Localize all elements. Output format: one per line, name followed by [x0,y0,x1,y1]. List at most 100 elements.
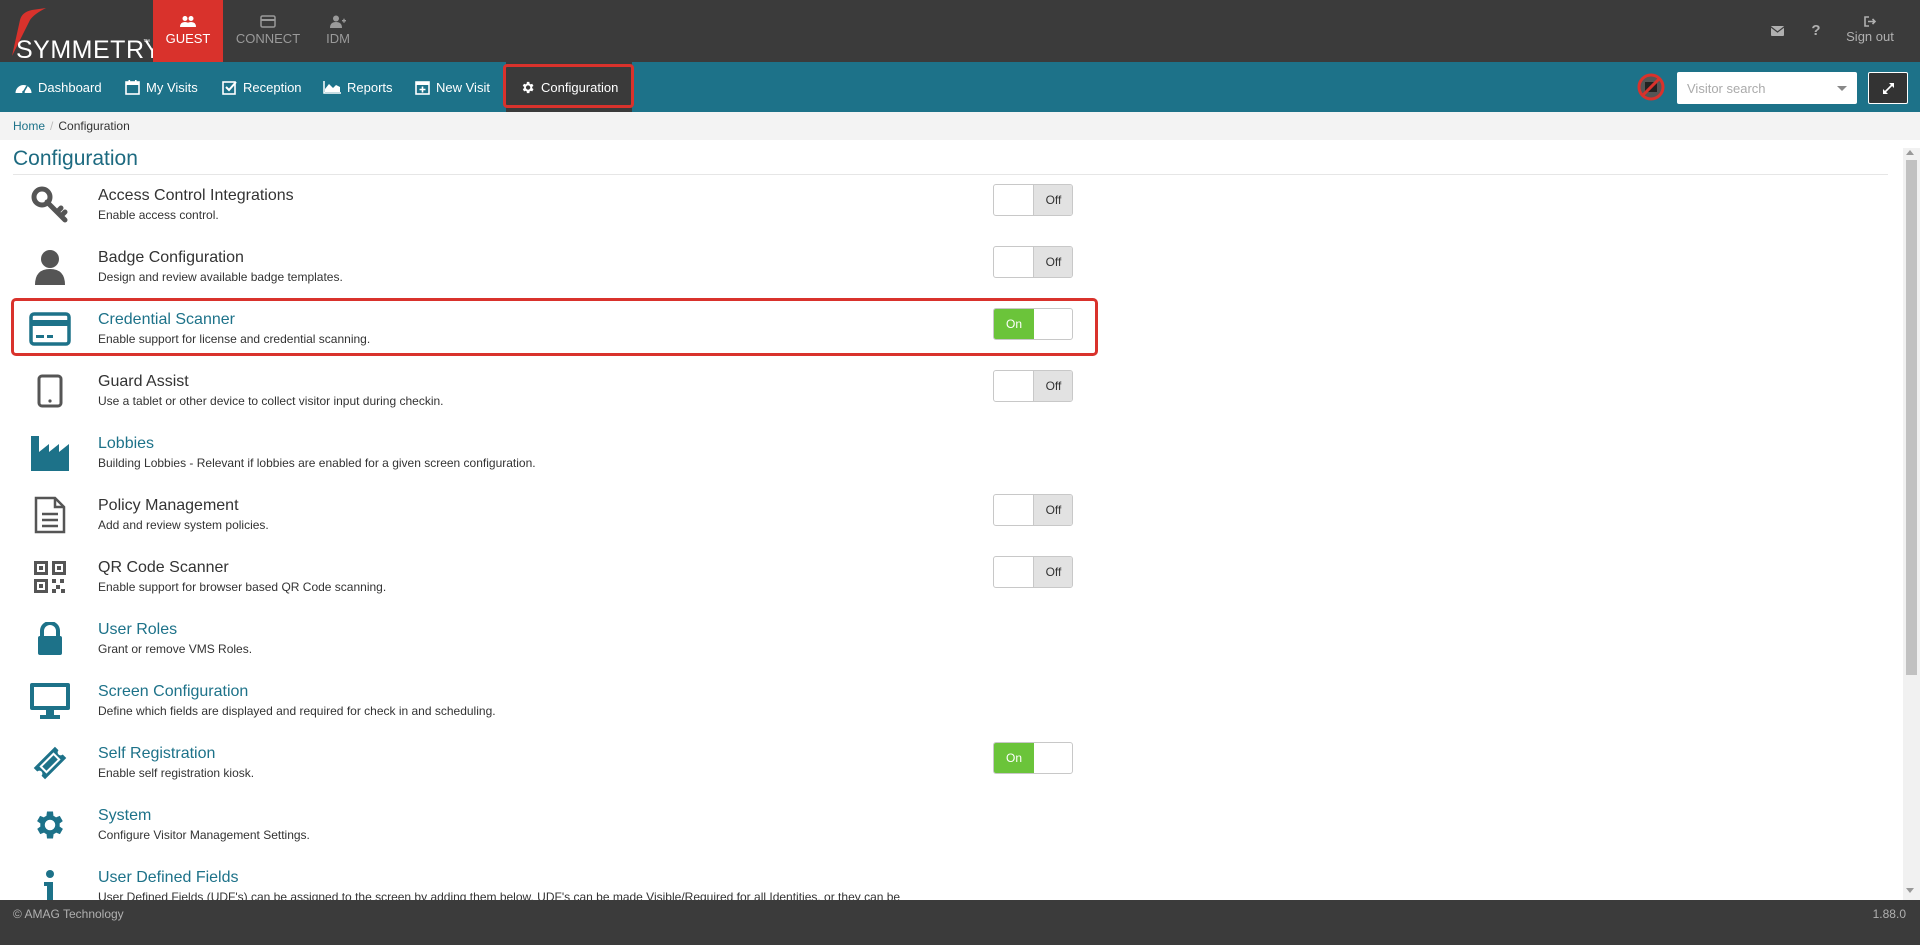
config-desc: Enable support for browser based QR Code… [98,580,387,594]
symmetry-logo[interactable]: SYMMETRY ™ [6,6,161,64]
badge-config-toggle[interactable]: Off [993,246,1073,278]
chevron-down-icon [1837,85,1847,91]
highlight-box [11,298,1098,356]
config-desc: Enable access control. [98,208,219,222]
config-desc: Building Lobbies - Relevant if lobbies a… [98,456,536,470]
nav-reports[interactable]: Reports [323,62,393,112]
help-button[interactable]: ? [1806,0,1826,62]
config-row-user-defined-fields: User Defined Fields User Defined Fields … [0,858,1100,900]
scroll-down-arrow-icon[interactable] [1906,888,1914,893]
app-tab-label: IDM [326,31,350,46]
config-title-link[interactable]: System [98,807,151,825]
visitor-search-select[interactable]: Visitor search [1677,72,1857,104]
guard-assist-toggle[interactable]: Off [993,370,1073,402]
config-title: QR Code Scanner [98,559,229,576]
app-tab-guest[interactable]: GUEST [153,0,223,62]
app-tab-connect[interactable]: CONNECT [232,0,304,62]
nav-label: Dashboard [38,79,102,95]
access-control-toggle[interactable]: Off [993,184,1073,216]
user-plus-icon [330,15,346,28]
sign-out-button[interactable]: Sign out [1840,0,1900,62]
config-row-user-roles: User Roles Grant or remove VMS Roles. [0,610,1100,668]
document-icon [28,493,72,537]
footer: © AMAG Technology 1.88.0 [0,900,1920,945]
config-title-link[interactable]: Self Registration [98,745,215,763]
config-title: Guard Assist [98,373,189,390]
highlight-box [503,64,634,108]
qr-code-icon [28,555,72,599]
config-row-lobbies: Lobbies Building Lobbies - Relevant if l… [0,424,1100,482]
config-title: Policy Management [98,497,239,514]
calendar-plus-icon [415,80,430,95]
area-chart-icon [323,80,341,94]
gear-icon [28,803,72,847]
tablet-icon [28,369,72,413]
toggle-state: Off [1033,557,1072,587]
key-icon [28,183,72,227]
info-icon [28,865,72,900]
qr-scanner-toggle[interactable]: Off [993,556,1073,588]
config-desc: Use a tablet or other device to collect … [98,394,444,408]
scroll-up-arrow-icon[interactable] [1906,150,1914,155]
nav-reception[interactable]: Reception [222,62,302,112]
factory-icon [28,431,72,475]
config-row-qr-scanner: QR Code Scanner Enable support for brows… [0,548,1100,606]
config-row-policy: Policy Management Add and review system … [0,486,1100,544]
app-tab-idm[interactable]: IDM [310,0,366,62]
check-square-icon [222,80,237,95]
nav-my-visits[interactable]: My Visits [125,62,198,112]
divider [13,174,1888,175]
config-title: Access Control Integrations [98,187,294,204]
app-tab-label: GUEST [165,31,211,46]
logo-trademark: ™ [143,39,150,46]
user-icon [28,245,72,289]
config-title-link[interactable]: User Defined Fields [98,869,239,887]
config-row-badge: Badge Configuration Design and review av… [0,238,1100,296]
config-desc: Add and review system policies. [98,518,269,532]
nav-dashboard[interactable]: Dashboard [15,62,102,112]
toggle-state: Off [1033,185,1072,215]
lock-icon [28,617,72,661]
config-title-link[interactable]: Lobbies [98,435,154,453]
toggle-state: On [994,743,1034,773]
nav-new-visit[interactable]: New Visit [415,62,490,112]
config-list: Access Control Integrations Enable acces… [0,176,1900,900]
card-icon [260,15,276,28]
fullscreen-button[interactable] [1868,72,1908,104]
config-title-link[interactable]: Screen Configuration [98,683,248,701]
breadcrumb: Home / Configuration [0,112,1920,140]
config-title-link[interactable]: User Roles [98,621,177,639]
sign-out-label: Sign out [1846,29,1894,44]
nav-label: My Visits [146,79,198,95]
config-row-self-registration: Self Registration Enable self registrati… [0,734,1100,792]
config-row-screen-config: Screen Configuration Define which fields… [0,672,1100,730]
help-icon: ? [1811,22,1821,39]
calendar-icon [125,79,140,95]
sign-out-icon [1863,16,1876,27]
top-header: SYMMETRY ™ GUEST CONNECT IDM ? Sign out [0,0,1920,64]
breadcrumb-separator: / [50,119,54,133]
nav-label: Reception [243,79,302,95]
envelope-icon [1770,26,1784,36]
footer-copyright: © AMAG Technology [13,907,124,921]
breadcrumb-home-link[interactable]: Home [13,119,45,133]
nav-label: Reports [347,79,393,95]
scrollbar-thumb[interactable] [1906,160,1917,675]
mail-button[interactable] [1766,0,1788,62]
dashboard-icon [15,84,32,93]
monitor-icon [28,679,72,723]
self-registration-toggle[interactable]: On [993,742,1073,774]
nav-label: New Visit [436,79,490,95]
expand-icon [1882,82,1894,94]
footer-version: 1.88.0 [1872,907,1906,921]
app-tab-label: CONNECT [235,31,301,46]
visitor-search-placeholder: Visitor search [1687,80,1766,96]
config-desc: Design and review available badge templa… [98,270,343,284]
policy-management-toggle[interactable]: Off [993,494,1073,526]
no-entry-icon[interactable] [1637,73,1665,101]
toggle-state: Off [1033,495,1072,525]
breadcrumb-current: Configuration [58,119,130,133]
config-desc: Configure Visitor Management Settings. [98,828,310,842]
config-row-access-control: Access Control Integrations Enable acces… [0,176,1100,234]
config-desc: User Defined Fields (UDF's) can be assig… [98,890,901,900]
